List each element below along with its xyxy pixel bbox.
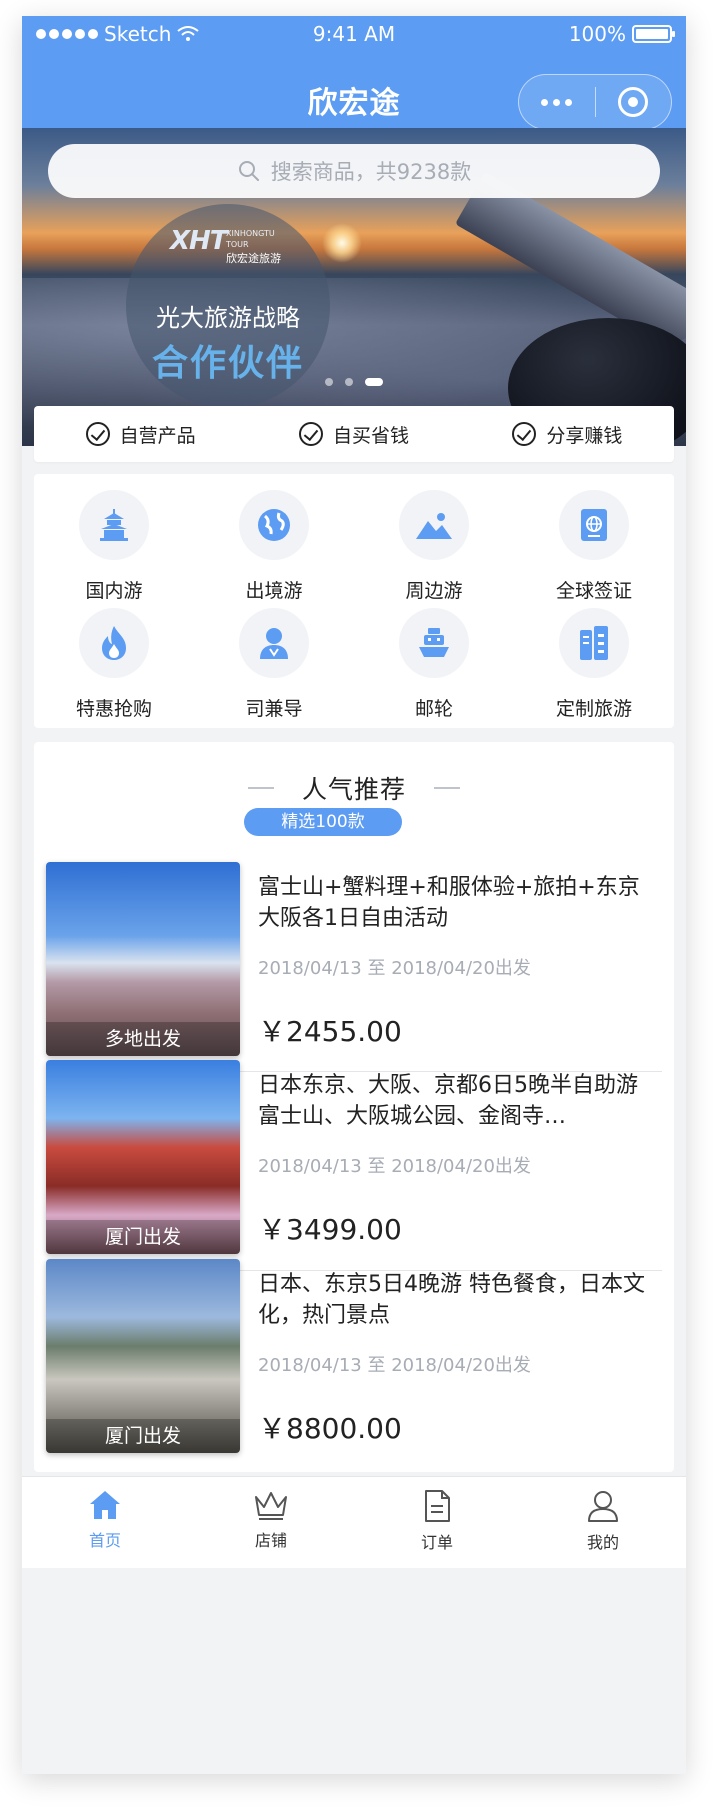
logo-chinese: 欣宏途旅游: [226, 252, 281, 265]
logo-mark: XHT: [170, 226, 228, 256]
product-price: ￥2455.00: [258, 1015, 402, 1048]
search-bar[interactable]: 搜索商品，共9238款: [48, 144, 660, 198]
tab-store[interactable]: 店铺: [188, 1477, 354, 1568]
product-card[interactable]: 厦门出发 日本、东京5日4晚游 特色餐食，日本文化，热门景点 2018/04/1…: [46, 1259, 662, 1455]
product-dates: 2018/04/13 至 2018/04/20出发: [258, 1156, 531, 1177]
carousel-dot[interactable]: [325, 378, 333, 386]
check-circle-icon: [512, 422, 537, 446]
carousel-dot-active[interactable]: [365, 378, 383, 386]
top-bar: Sketch 9:41 AM 100% 欣宏途: [22, 16, 686, 130]
status-right: 100%: [568, 22, 675, 46]
search-placeholder: 搜索商品，共9238款: [270, 160, 472, 184]
check-circle-icon: [298, 422, 323, 446]
product-image-hot-spring: 厦门出发: [46, 1259, 240, 1453]
tab-label: 首页: [88, 1531, 121, 1550]
target-icon: [618, 87, 649, 117]
feature-item: 自营产品: [85, 421, 196, 448]
product-image-temple: 厦门出发: [46, 1060, 240, 1254]
temple-icon: [100, 509, 128, 541]
brand-logo: XHT XINHONGTU TOUR 欣宏途旅游: [170, 224, 300, 276]
feature-label: 分享赚钱: [546, 424, 623, 447]
carousel-indicator: [22, 378, 686, 386]
logo-english: XINHONGTU TOUR: [226, 229, 275, 249]
document-icon: [425, 1490, 450, 1522]
product-price: ￥8800.00: [258, 1412, 402, 1445]
more-button[interactable]: [519, 75, 595, 129]
category-flash-sale[interactable]: 特惠抢购: [34, 608, 194, 726]
feature-strip: 自营产品 自买省钱 分享赚钱: [34, 406, 674, 462]
product-title: 日本东京、大阪、京都6日5晚半自助游 富士山、大阪城公园、金阁寺…: [258, 1073, 638, 1129]
category-driver-guide[interactable]: 司兼导: [194, 608, 354, 726]
category-outbound[interactable]: 出境游: [194, 490, 354, 608]
feature-item: 分享赚钱: [512, 421, 622, 448]
feature-item: 自买省钱: [298, 421, 409, 448]
person-icon: [260, 628, 288, 659]
category-custom-tour[interactable]: 定制旅游: [514, 608, 674, 726]
banner-carousel[interactable]: 搜索商品，共9238款 XHT XINHONGTU TOUR 欣宏途旅游 光大旅游…: [22, 128, 686, 446]
category-label: 出境游: [245, 580, 303, 602]
featured-badge[interactable]: 精选100款: [244, 808, 402, 836]
product-image-fuji-pagoda: 多地出发: [46, 862, 240, 1056]
header-line-right: [434, 787, 460, 789]
product-dates: 2018/04/13 至 2018/04/20出发: [258, 1355, 531, 1376]
menu-capsule: [518, 74, 672, 130]
tab-bar: 首页 店铺 订单 我的: [22, 1476, 686, 1568]
tab-home[interactable]: 首页: [22, 1477, 188, 1568]
luggage-icon: [580, 626, 608, 660]
landscape-icon: [416, 513, 452, 539]
category-label: 特惠抢购: [75, 698, 152, 720]
departure-label: 厦门出发: [46, 1419, 240, 1453]
product-title: 日本、东京5日4晚游 特色餐食，日本文化，热门景点: [258, 1272, 645, 1328]
header-line-left: [247, 787, 274, 789]
user-icon: [588, 1491, 618, 1522]
product-card[interactable]: 厦门出发 日本东京、大阪、京都6日5晚半自助游 富士山、大阪城公园、金阁寺… 2…: [46, 1060, 662, 1256]
status-bar: Sketch 9:41 AM 100%: [22, 16, 686, 50]
banner-sun: [322, 223, 362, 263]
passport-icon: [581, 509, 607, 541]
section-title: 人气推荐: [301, 775, 406, 804]
battery-icon: [632, 25, 675, 43]
product-title: 富士山+蟹料理+和服体验+旅拍+东京大阪各1日自由活动: [258, 875, 640, 931]
category-label: 国内游: [85, 580, 143, 602]
category-label: 邮轮: [414, 698, 453, 720]
tab-orders[interactable]: 订单: [354, 1477, 520, 1568]
banner-tagline: 光大旅游战略: [156, 304, 300, 332]
tab-me[interactable]: 我的: [520, 1477, 686, 1568]
category-label: 定制旅游: [555, 698, 632, 720]
category-visa[interactable]: 全球签证: [514, 490, 674, 608]
feature-label: 自买省钱: [332, 424, 409, 447]
product-card[interactable]: 多地出发 富士山+蟹料理+和服体验+旅拍+东京大阪各1日自由活动 2018/04…: [46, 862, 662, 1058]
category-nearby[interactable]: 周边游: [354, 490, 514, 608]
phone-screen: Sketch 9:41 AM 100% 欣宏途 搜索商品，共9238款 XHT …: [22, 16, 686, 1774]
feature-label: 自营产品: [119, 424, 196, 447]
tab-label: 我的: [586, 1533, 619, 1552]
product-price: ￥3499.00: [258, 1213, 402, 1246]
home-icon: [90, 1491, 120, 1519]
flame-icon: [102, 626, 126, 660]
tab-label: 订单: [420, 1533, 453, 1552]
category-cruise[interactable]: 邮轮: [354, 608, 514, 726]
crown-icon: [255, 1492, 287, 1520]
battery-percent: 100%: [568, 22, 626, 46]
close-button[interactable]: [596, 75, 672, 129]
departure-label: 多地出发: [46, 1022, 240, 1056]
departure-label: 厦门出发: [46, 1220, 240, 1254]
check-circle-icon: [85, 422, 110, 446]
tab-label: 店铺: [254, 1531, 287, 1550]
more-dots-icon: [541, 98, 549, 106]
product-dates: 2018/04/13 至 2018/04/20出发: [258, 958, 531, 979]
search-icon: [238, 161, 259, 181]
category-label: 全球签证: [555, 580, 632, 602]
carousel-dot[interactable]: [345, 378, 353, 386]
category-grid: 国内游 出境游 周边游 全球签证 特惠抢购 司兼导 邮轮 定制旅游: [34, 474, 674, 728]
cruise-ship-icon: [419, 628, 449, 657]
category-label: 周边游: [405, 580, 463, 602]
category-domestic[interactable]: 国内游: [34, 490, 194, 608]
recommendation-section: 人气推荐 精选100款 多地出发 富士山+蟹料理+和服体验+旅拍+东京大阪各1日…: [34, 742, 674, 1472]
category-label: 司兼导: [245, 698, 303, 720]
globe-icon: [258, 509, 290, 541]
section-header: 人气推荐: [34, 770, 674, 806]
